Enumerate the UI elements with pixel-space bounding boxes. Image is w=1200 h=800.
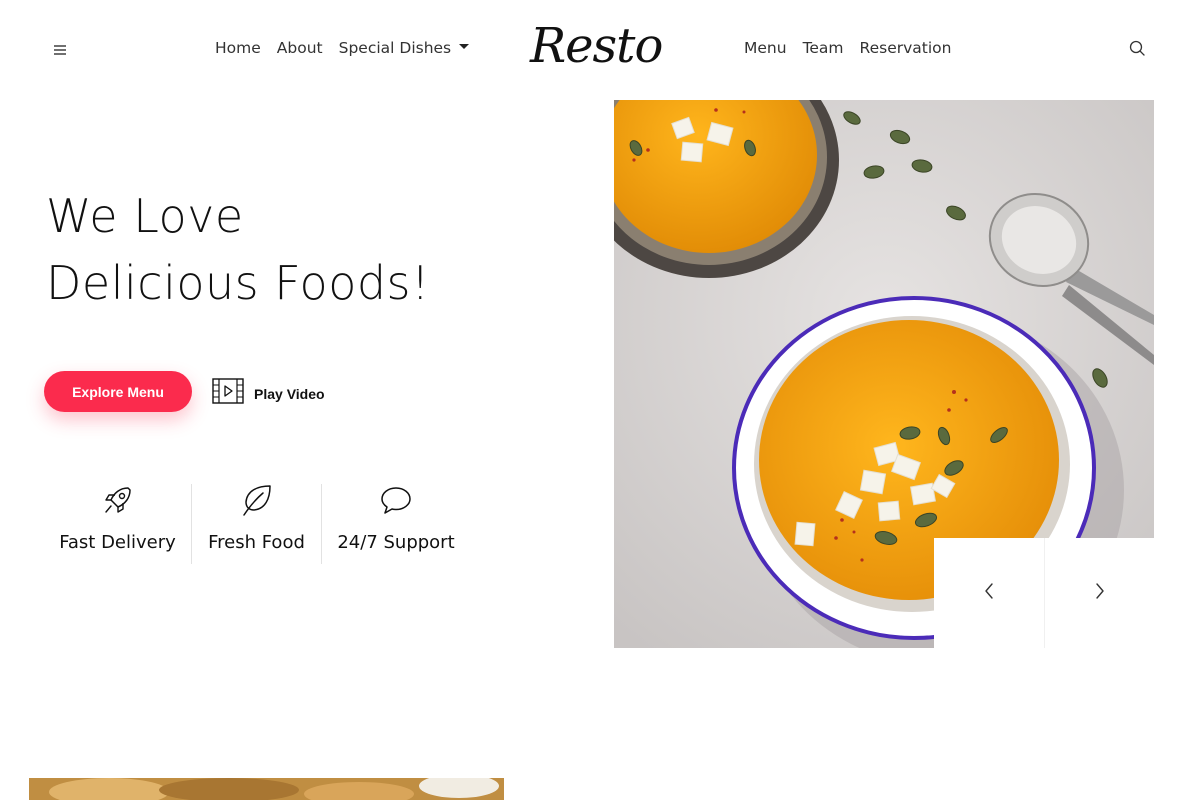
chevron-right-icon [1093,581,1107,606]
hamburger-icon[interactable] [52,42,70,58]
feature-fast-delivery: Fast Delivery [44,482,191,564]
chat-bubble-icon [378,482,414,518]
chevron-left-icon [982,581,996,606]
slider-next-button[interactable] [1044,538,1154,648]
slider-controls [934,538,1154,648]
dish-image [29,778,504,800]
play-video-label: Play Video [254,385,325,402]
nav-left: Home About Special Dishes [215,39,470,57]
rocket-icon [100,482,136,518]
leaf-icon [239,482,275,518]
caret-down-icon [459,44,470,49]
feature-label: Fast Delivery [59,532,176,553]
nav-right: Menu Team Reservation [744,39,952,57]
search-icon[interactable] [1128,39,1148,59]
feature-label: Fresh Food [208,532,305,553]
hero-title: We Love Delicious Foods! [46,183,430,317]
feature-label: 24/7 Support [337,532,455,553]
logo[interactable]: Resto [530,18,663,74]
nav-reservation[interactable]: Reservation [860,39,952,57]
nav-home[interactable]: Home [215,39,261,57]
play-video-button[interactable]: Play Video [212,378,325,409]
explore-menu-button[interactable]: Explore Menu [44,371,192,412]
slider-prev-button[interactable] [934,538,1044,648]
feature-support: 24/7 Support [322,482,470,564]
film-icon [212,378,244,409]
nav-special-dishes[interactable]: Special Dishes [339,39,470,57]
nav-special-dishes-label: Special Dishes [338,39,452,57]
features-row: Fast Delivery Fresh Food 24/7 Support [44,482,470,564]
nav-menu[interactable]: Menu [744,39,787,57]
nav-about[interactable]: About [277,39,323,57]
nav-team[interactable]: Team [803,39,844,57]
feature-fresh-food: Fresh Food [192,482,321,564]
hero-title-line-1: We Love [46,189,244,243]
hero-title-line-2: Delicious Foods! [46,256,430,310]
